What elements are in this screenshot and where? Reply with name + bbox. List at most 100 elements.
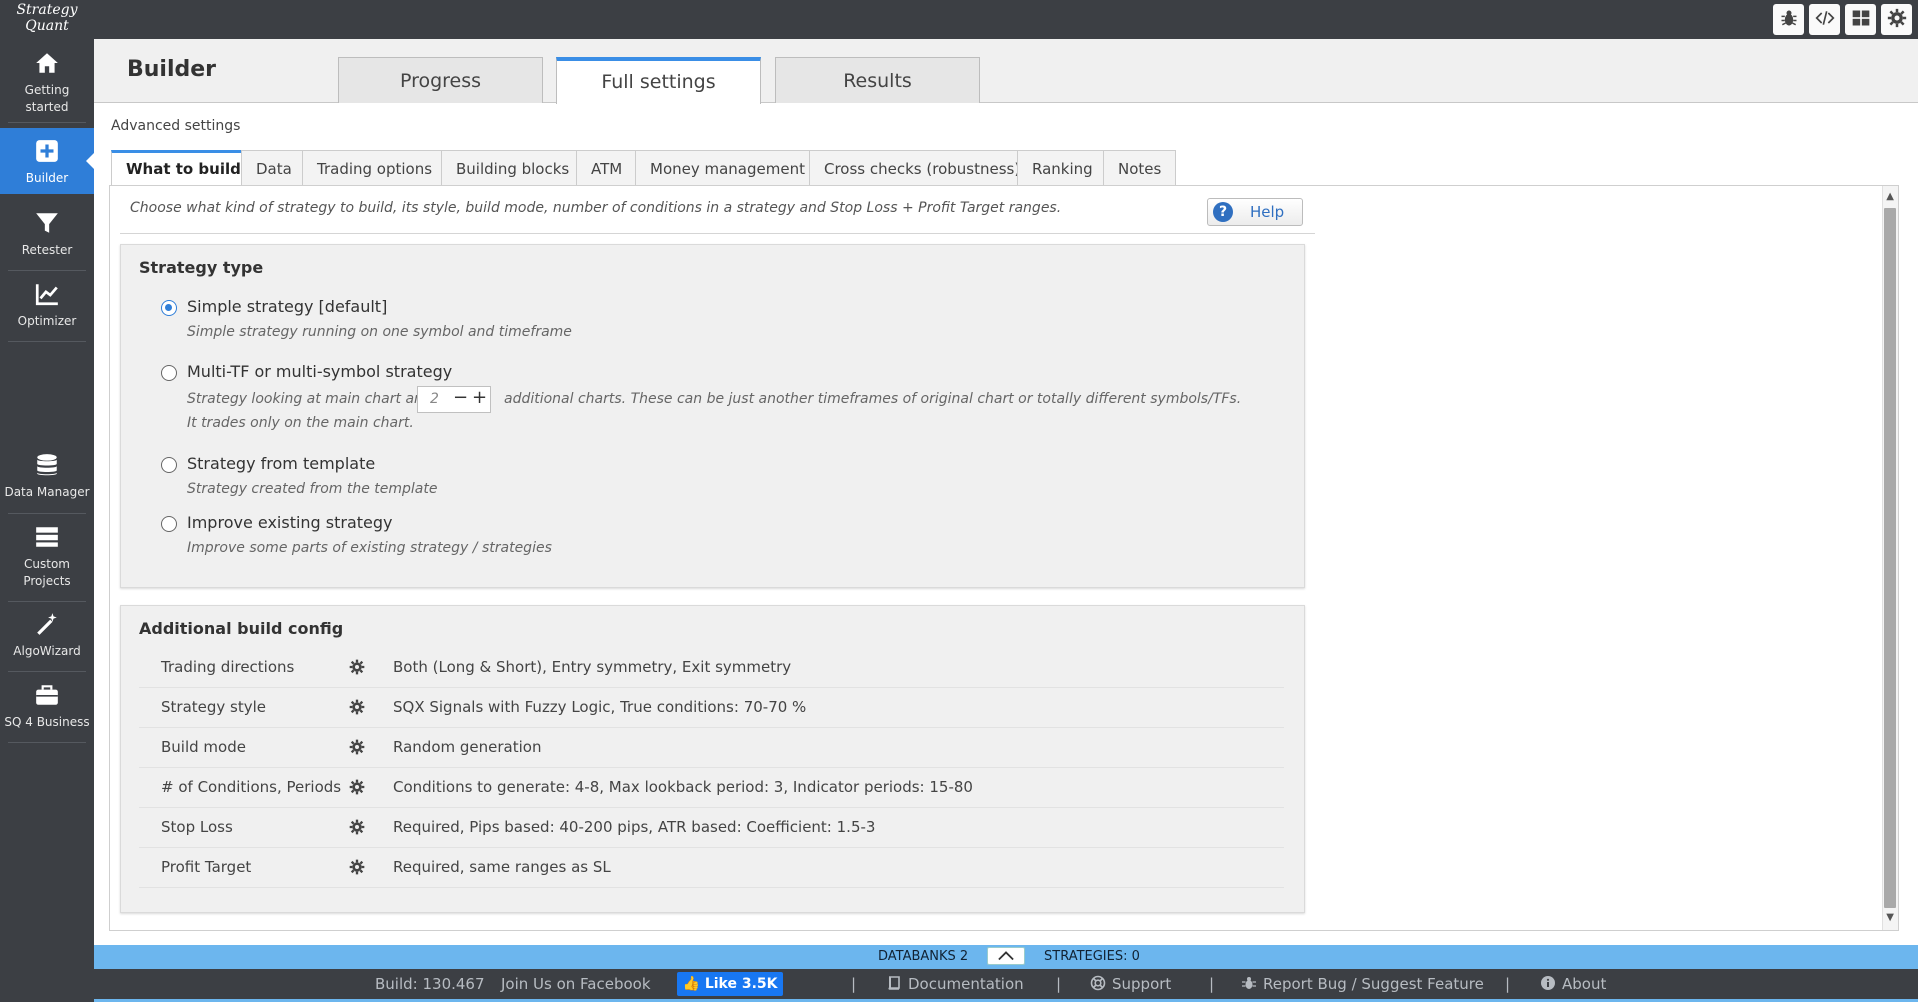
facebook-link[interactable]: Join Us on Facebook — [501, 975, 651, 993]
book-icon — [886, 975, 902, 991]
report-bug-link[interactable]: Report Bug / Suggest Feature — [1241, 975, 1484, 993]
vertical-scrollbar[interactable]: ▲ ▼ — [1882, 186, 1898, 930]
gear-icon[interactable] — [349, 819, 365, 835]
option-description: It trades only on the main chart. — [187, 415, 414, 431]
radio-improve-existing-strategy[interactable] — [161, 516, 177, 532]
subtab-notes[interactable]: Notes — [1103, 150, 1177, 186]
subtab-trading-options[interactable]: Trading options — [302, 150, 448, 186]
sidebar-item-algowizard[interactable]: AlgoWizard — [0, 611, 94, 669]
footer: Build: 130.467 Join Us on Facebook 👍 Lik… — [94, 969, 1918, 1002]
group-title: Additional build config — [139, 619, 344, 638]
config-row-build-mode[interactable]: Build mode Random generation — [139, 728, 1284, 768]
debug-button[interactable] — [1773, 4, 1804, 35]
footer-separator: | — [1209, 975, 1215, 993]
code-editor-button[interactable] — [1809, 4, 1840, 35]
subtab-cross-checks[interactable]: Cross checks (robustness) — [809, 150, 1036, 186]
config-row-trading-directions[interactable]: Trading directions Both (Long & Short), … — [139, 648, 1284, 688]
tab-results[interactable]: Results — [775, 57, 980, 103]
divider — [8, 513, 86, 514]
collapse-panel-button[interactable] — [987, 947, 1025, 965]
minus-icon[interactable]: − — [453, 387, 468, 408]
app-logo: Strategy Quant — [16, 2, 78, 34]
sidebar-item-builder[interactable]: Builder — [0, 128, 95, 194]
plus-icon[interactable]: + — [472, 387, 487, 408]
gear-icon[interactable] — [349, 859, 365, 875]
page-title: Builder — [127, 57, 217, 82]
support-link[interactable]: Support — [1090, 975, 1171, 993]
subtab-what-to-build[interactable]: What to build — [111, 150, 256, 187]
option-label: Simple strategy [default] — [187, 297, 388, 316]
subtab-money-management[interactable]: Money management — [635, 150, 820, 186]
radio-multi-tf-strategy[interactable] — [161, 365, 177, 381]
tab-full-settings[interactable]: Full settings — [556, 57, 761, 104]
lifebuoy-icon — [1090, 975, 1106, 991]
radio-simple-strategy[interactable] — [161, 300, 177, 316]
option-label: Strategy from template — [187, 454, 376, 473]
divider — [8, 671, 86, 672]
sidebar: Strategy Quant Getting started Builder R… — [0, 0, 95, 1002]
bug-icon — [1779, 8, 1799, 32]
config-row-strategy-style[interactable]: Strategy style SQX Signals with Fuzzy Lo… — [139, 688, 1284, 728]
scrollbar-thumb[interactable] — [1884, 208, 1896, 908]
filter-icon — [0, 210, 94, 238]
description-text: Choose what kind of strategy to build, i… — [130, 200, 1062, 216]
settings-button[interactable] — [1881, 4, 1912, 35]
grid-icon — [1851, 8, 1871, 32]
config-row-stop-loss[interactable]: Stop Loss Required, Pips based: 40-200 p… — [139, 808, 1284, 848]
divider — [8, 601, 86, 602]
sidebar-item-custom-projects[interactable]: Custom Projects — [0, 524, 94, 594]
radio-strategy-from-template[interactable] — [161, 457, 177, 473]
stepper-value: 2 — [430, 391, 439, 407]
subtab-building-blocks[interactable]: Building blocks — [441, 150, 585, 186]
section-label: Advanced settings — [111, 118, 241, 134]
footer-separator: | — [851, 975, 857, 993]
option-description: Strategy created from the template — [187, 481, 438, 497]
option-description: additional charts. These can be just ano… — [504, 391, 1242, 407]
footer-separator: | — [1505, 975, 1511, 993]
option-description: Improve some parts of existing strategy … — [187, 540, 552, 556]
subtab-atm[interactable]: ATM — [576, 150, 638, 186]
help-button[interactable]: ? Help — [1207, 198, 1303, 226]
sidebar-item-getting-started[interactable]: Getting started — [0, 50, 94, 120]
option-label: Multi-TF or multi-symbol strategy — [187, 362, 453, 381]
sidebar-item-retester[interactable]: Retester — [0, 210, 94, 268]
code-icon — [1814, 8, 1835, 32]
info-icon — [1540, 975, 1556, 991]
bug-icon — [1241, 975, 1257, 991]
sidebar-item-optimizer[interactable]: Optimizer — [0, 281, 94, 339]
option-label: Improve existing strategy — [187, 513, 393, 532]
strategies-count: STRATEGIES: 0 — [1044, 949, 1140, 964]
option-description: Strategy looking at main chart and — [187, 391, 432, 407]
sidebar-item-data-manager[interactable]: Data Manager — [0, 452, 94, 510]
gear-icon[interactable] — [349, 699, 365, 715]
footer-separator: | — [1056, 975, 1062, 993]
gear-icon[interactable] — [349, 659, 365, 675]
subtab-data[interactable]: Data — [241, 150, 307, 186]
build-version: Build: 130.467 — [375, 975, 485, 993]
strategy-type-group: Strategy type Simple strategy [default] … — [120, 244, 1305, 588]
top-bar — [94, 0, 1918, 39]
documentation-link[interactable]: Documentation — [886, 975, 1024, 993]
sidebar-item-sq4-business[interactable]: SQ 4 Business — [0, 682, 94, 740]
about-link[interactable]: About — [1540, 975, 1606, 993]
chart-line-icon — [0, 281, 94, 309]
chevron-up-icon — [998, 951, 1014, 961]
subtab-ranking[interactable]: Ranking — [1017, 150, 1108, 186]
scroll-down-icon[interactable]: ▼ — [1886, 912, 1894, 923]
divider — [8, 270, 86, 271]
tab-progress[interactable]: Progress — [338, 57, 543, 103]
additional-build-config-group: Additional build config Trading directio… — [120, 605, 1305, 913]
gear-icon[interactable] — [349, 779, 365, 795]
scroll-up-icon[interactable]: ▲ — [1886, 191, 1894, 202]
config-row-profit-target[interactable]: Profit Target Required, same ranges as S… — [139, 848, 1284, 888]
settings-content: Choose what kind of strategy to build, i… — [109, 185, 1899, 931]
facebook-like-button[interactable]: 👍 Like 3.5K — [677, 972, 783, 996]
gear-icon — [1887, 8, 1907, 32]
option-description: Simple strategy running on one symbol an… — [187, 324, 572, 340]
gear-icon[interactable] — [349, 739, 365, 755]
config-row-conditions-periods[interactable]: # of Conditions, Periods Conditions to g… — [139, 768, 1284, 808]
question-icon: ? — [1213, 202, 1233, 222]
charts-count-stepper[interactable]: 2 − + — [417, 386, 491, 413]
server-icon — [0, 524, 94, 552]
layout-button[interactable] — [1845, 4, 1876, 35]
